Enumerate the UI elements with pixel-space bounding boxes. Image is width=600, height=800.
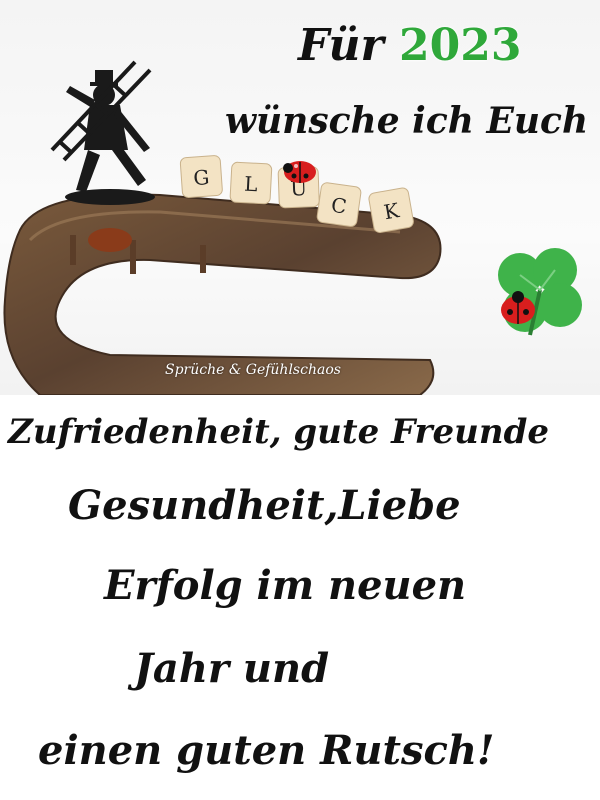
dice-letter: L bbox=[244, 172, 259, 197]
dice-letter: G bbox=[193, 165, 211, 190]
greeting-photo: G L Ü C K Für 2023 wünsche ich Euch Sprü… bbox=[0, 0, 600, 395]
headline-year-number: 2023 bbox=[398, 20, 522, 71]
wish-line-1: Zufriedenheit, gute Freunde bbox=[8, 412, 549, 452]
wish-line-5: einen guten Rutsch! bbox=[38, 727, 495, 774]
headline-prefix: Für bbox=[298, 20, 384, 71]
chimney-sweep-icon bbox=[50, 60, 155, 205]
wish-line-4: Jahr und bbox=[134, 645, 330, 692]
wish-line-3: Erfolg im neuen bbox=[104, 562, 467, 609]
wish-line-2: Gesundheit,Liebe bbox=[68, 482, 461, 529]
headline-wish: wünsche ich Euch bbox=[225, 100, 589, 142]
headline-year: Für 2023 bbox=[298, 20, 521, 71]
watermark: Sprüche & Gefühlschaos bbox=[165, 362, 341, 378]
